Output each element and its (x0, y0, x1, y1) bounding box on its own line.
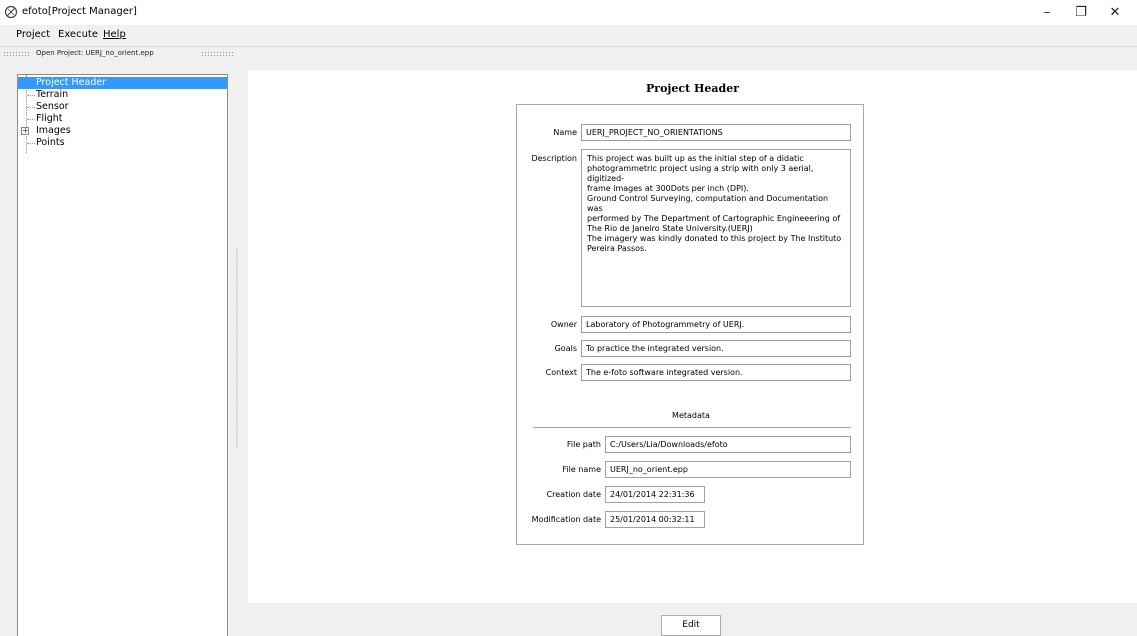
context-field[interactable]: The e-foto software integrated version. (581, 364, 851, 381)
modification-date-field[interactable]: 25/01/2014 00:32:11 (605, 511, 705, 528)
project-header-panel: Project Header Name UERJ_PROJECT_NO_ORIE… (248, 70, 1137, 603)
name-label: Name (553, 128, 577, 137)
efoto-logo-icon (4, 5, 18, 19)
page-title: Project Header (646, 82, 739, 95)
title-bar: efoto[Project Manager] – ❐ ✕ (0, 0, 1137, 25)
file-name-field[interactable]: UERJ_no_orient.epp (605, 461, 851, 478)
project-header-form: Name UERJ_PROJECT_NO_ORIENTATIONS Descri… (516, 104, 864, 545)
modification-date-label: Modification date (531, 515, 601, 524)
tree-item-label: Images (36, 125, 71, 136)
menu-project[interactable]: Project (16, 29, 50, 40)
creation-date-label: Creation date (546, 490, 601, 499)
owner-field[interactable]: Laboratory of Photogrammetry of UERJ. (581, 316, 851, 333)
goals-field[interactable]: To practice the integrated version. (581, 340, 851, 357)
tree-item-label: Terrain (36, 89, 69, 100)
tree-item-label: Project Header (36, 77, 107, 88)
goals-label: Goals (554, 344, 577, 353)
tree-item-flight[interactable]: Flight (18, 113, 227, 125)
expand-plus-icon[interactable]: + (21, 127, 29, 135)
minimize-button[interactable]: – (1032, 0, 1062, 25)
metadata-divider (533, 427, 851, 428)
file-path-field[interactable]: C:/Users/Lia/Downloads/efoto (605, 436, 851, 453)
tree-item-label: Sensor (36, 101, 69, 112)
creation-date-field[interactable]: 24/01/2014 22:31:36 (605, 486, 705, 503)
tree-item-images[interactable]: + Images (18, 125, 227, 137)
name-field[interactable]: UERJ_PROJECT_NO_ORIENTATIONS (581, 124, 851, 141)
maximize-button[interactable]: ❐ (1066, 0, 1096, 25)
toolbar: Open Project: UERJ_no_orient.epp (0, 46, 1137, 61)
owner-label: Owner (550, 320, 577, 329)
menu-help[interactable]: Help (103, 29, 126, 40)
toolbar-grip-right[interactable] (201, 51, 235, 57)
close-button[interactable]: ✕ (1100, 0, 1130, 25)
description-label: Description (531, 154, 577, 163)
description-field[interactable]: This project was built up as the initial… (581, 149, 851, 307)
tree-item-points[interactable]: Points (18, 137, 227, 149)
tree-item-terrain[interactable]: Terrain (18, 89, 227, 101)
file-name-label: File name (562, 465, 601, 474)
file-path-label: File path (566, 440, 601, 449)
restore-icon: ❐ (1075, 5, 1087, 20)
tree-item-label: Points (36, 137, 65, 148)
context-label: Context (545, 368, 577, 377)
project-tree: Project Header Terrain Sensor Flight + I… (17, 74, 228, 636)
open-project-label: Open Project: UERJ_no_orient.epp (36, 49, 154, 57)
minimize-icon: – (1043, 5, 1051, 20)
panel-splitter[interactable] (236, 248, 238, 448)
tree-item-sensor[interactable]: Sensor (18, 101, 227, 113)
metadata-title: Metadata (672, 411, 710, 420)
menu-bar: Project Execute Help (0, 25, 1137, 45)
tree-item-project-header[interactable]: Project Header (18, 77, 227, 89)
toolbar-grip[interactable] (3, 51, 29, 57)
tree-item-label: Flight (36, 113, 63, 124)
close-icon: ✕ (1109, 5, 1121, 20)
edit-button[interactable]: Edit (661, 615, 721, 636)
window-title: efoto[Project Manager] (22, 6, 137, 17)
menu-execute[interactable]: Execute (58, 29, 98, 40)
